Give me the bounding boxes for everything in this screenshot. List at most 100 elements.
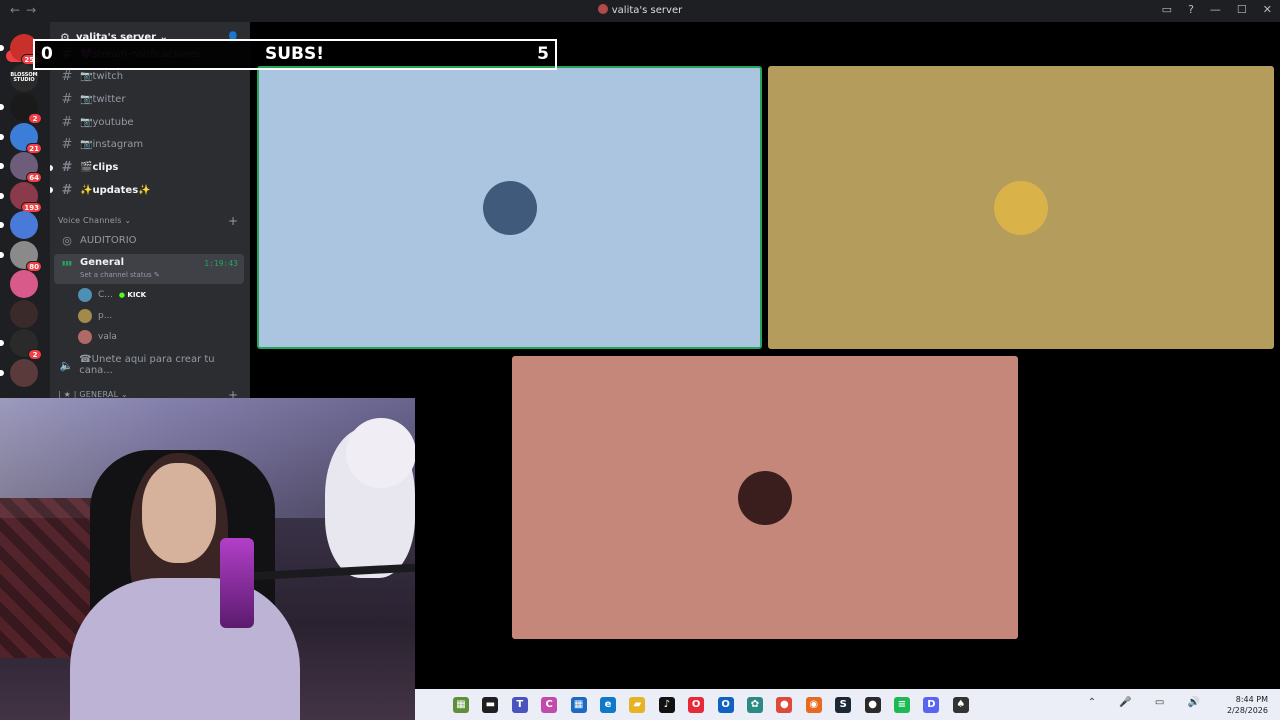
maximize-icon[interactable]: ☐ <box>1237 3 1247 16</box>
server-icon-10[interactable]: 2 <box>0 329 42 360</box>
taskbar-app-icon-8[interactable]: O <box>688 697 705 713</box>
webcam-microphone <box>220 538 254 628</box>
taskbar-app-icon-3[interactable]: C <box>541 697 558 713</box>
voice-category-label: Voice Channels ⌄ <box>58 216 132 225</box>
webcam-feed <box>0 398 415 720</box>
channel-status[interactable]: Set a channel status ✎ <box>80 271 160 279</box>
window-title-text: valita's server <box>611 5 683 16</box>
taskbar-app-icon-11[interactable]: ● <box>776 697 793 713</box>
voice-activity-icon: ▮▮▮ <box>62 260 72 267</box>
minimize-icon[interactable]: — <box>1210 3 1221 16</box>
text-channel-6[interactable]: # ✨updates✨ <box>50 180 244 200</box>
taskbar-app-icon-14[interactable]: ● <box>864 697 881 713</box>
video-tile-1[interactable] <box>768 66 1274 349</box>
add-channel-icon[interactable]: + <box>228 214 238 228</box>
hash-icon: # <box>61 160 73 175</box>
voice-category[interactable]: Voice Channels ⌄ + <box>58 214 238 228</box>
server-icon <box>597 4 608 14</box>
taskbar-app-icon-17[interactable]: ♠ <box>952 697 969 713</box>
webcam-face <box>142 463 216 563</box>
voice-channel-auditorio[interactable]: ◎ AUDITORIO <box>54 229 244 251</box>
taskbar-app-icon-1[interactable]: ▬ <box>482 697 499 713</box>
subs-goal-fill <box>35 41 254 68</box>
video-tile-0[interactable] <box>257 66 762 349</box>
taskbar-app-icon-16[interactable]: D <box>923 697 940 713</box>
server-icon-7[interactable]: 80 <box>0 240 42 272</box>
unread-indicator <box>50 164 53 171</box>
taskbar-app-icon-6[interactable]: ▰ <box>629 697 646 713</box>
text-channel-5[interactable]: # 🎬clips <box>50 158 244 178</box>
mention-badge: 2 <box>28 113 42 124</box>
title-bar: ←→ valita's server ▭? — ☐ ✕ <box>0 0 1280 22</box>
unread-pip <box>0 133 4 140</box>
webcam-teddy-head <box>346 418 415 488</box>
taskbar-clock[interactable]: 8:44 PM 2/28/2026 <box>1227 694 1268 716</box>
voice-channel-create[interactable]: 🔈 ☎Unete aqui para crear tu cana... <box>54 354 244 376</box>
member-name: vala <box>98 332 117 342</box>
call-timer: 1:19:43 <box>204 259 238 268</box>
voice-channel-name: AUDITORIO <box>80 234 137 246</box>
taskbar-app-icon-4[interactable]: ▦ <box>570 697 587 713</box>
taskbar-app-icon-10[interactable]: ✿ <box>747 697 763 713</box>
help-icon[interactable]: ? <box>1188 3 1194 16</box>
participant-avatar <box>482 180 537 235</box>
screen: ←→ valita's server ▭?—☐✕ NEW 251BLOSSOM … <box>0 0 1280 720</box>
hash-icon: # <box>61 114 73 130</box>
taskbar-app-icon-9[interactable]: O <box>717 697 734 713</box>
avatar <box>78 330 92 344</box>
close-icon[interactable]: ✕ <box>1263 3 1272 16</box>
channel-name: ✨updates✨ <box>80 184 151 196</box>
channel-name: 📷twitch <box>80 71 124 83</box>
video-tile-2[interactable] <box>512 356 1018 639</box>
channel-name: 📷twitter <box>80 93 126 105</box>
mention-badge: 2 <box>28 349 42 360</box>
subs-start: 0 <box>41 44 53 64</box>
taskbar-app-icon-13[interactable]: S <box>835 697 852 713</box>
unread-pip <box>0 192 4 199</box>
server-icon-text: BLOSSOM STUDIO <box>10 71 38 83</box>
unread-pip <box>0 251 4 258</box>
voice-channel-general[interactable]: ▮▮▮ General 1:19:43 Set a channel status ✎ <box>54 254 244 284</box>
voice-member-2[interactable]: vala <box>78 328 117 346</box>
taskbar-app-icon-0[interactable]: ▦ <box>453 697 469 713</box>
window-controls: ▭? — ☐ ✕ <box>1162 3 1272 16</box>
server-icon-2[interactable]: 2 <box>0 93 42 124</box>
unread-pip <box>0 222 4 228</box>
unread-pip <box>0 45 4 51</box>
voice-member-1[interactable]: p... <box>78 307 112 325</box>
channel-name: 📷youtube <box>80 116 134 128</box>
clock-time: 8:44 PM <box>1235 695 1268 704</box>
participant-avatar <box>738 470 792 525</box>
taskbar-app-icon-15[interactable]: ≡ <box>894 697 910 713</box>
voice-member-0[interactable]: C... ● KICK <box>78 286 146 304</box>
unread-pip <box>0 104 4 110</box>
text-channel-2[interactable]: # 📷twitter <box>58 89 244 109</box>
avatar <box>78 309 92 323</box>
subs-goal: 5 <box>537 44 549 64</box>
text-channel-3[interactable]: # 📷youtube <box>58 112 244 132</box>
server-icon-3[interactable]: 21 <box>0 122 42 154</box>
unread-pip <box>0 163 4 169</box>
channel-name: 🎬clips <box>80 162 119 173</box>
clock-date: 2/28/2026 <box>1226 706 1268 715</box>
kick-tag-text: KICK <box>127 291 147 299</box>
taskbar-app-icon-5[interactable]: e <box>600 697 616 713</box>
server-icon-11[interactable] <box>0 358 38 387</box>
screen-share-icon[interactable]: ▭ <box>1162 3 1172 16</box>
server-icon-9[interactable] <box>10 299 38 328</box>
server-icon-4[interactable]: 64 <box>0 152 42 183</box>
server-icon-6[interactable] <box>0 211 38 239</box>
hash-icon: # <box>61 91 73 107</box>
server-icon-5[interactable]: 193 <box>0 181 42 213</box>
participant-avatar <box>994 180 1048 235</box>
unread-indicator <box>50 187 53 194</box>
taskbar-app-icon-12[interactable]: ◉ <box>805 697 822 713</box>
taskbar-app-icon-2[interactable]: T <box>511 697 528 713</box>
server-rail: NEW 251BLOSSOM STUDIO22164193802 <box>0 22 50 400</box>
channel-sidebar: ⚙ valita's server ⌄ 👤 #💜stream-notificac… <box>50 22 250 400</box>
system-tray[interactable]: ⌃ 🎤 ▭ 🔊 <box>1088 697 1210 708</box>
server-icon-8[interactable] <box>10 270 38 298</box>
taskbar-app-icon-7[interactable]: ♪ <box>658 697 675 713</box>
text-channel-4[interactable]: # 📷instagram <box>58 135 244 155</box>
kick-tag: ● KICK <box>119 291 146 299</box>
